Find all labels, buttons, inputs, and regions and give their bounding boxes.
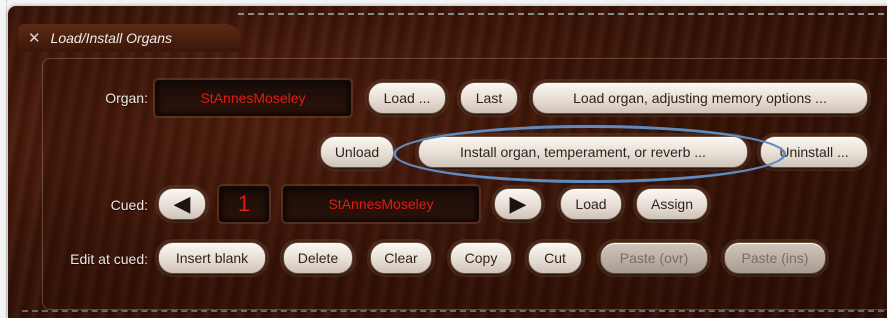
organ-display: StAnnesMoseley (155, 80, 351, 116)
paste-overwrite-button[interactable]: Paste (ovr) (600, 242, 708, 274)
cued-organ-display: StAnnesMoseley (283, 186, 479, 222)
cut-button[interactable]: Cut (528, 242, 582, 274)
page-margin-guide (0, 0, 7, 318)
load-organ-adjust-memory-button[interactable]: Load organ, adjusting memory options ... (532, 82, 868, 114)
delete-button[interactable]: Delete (283, 242, 353, 274)
load-organ-button[interactable]: Load ... (368, 82, 446, 114)
cued-previous-arrow-icon[interactable]: ◀ (158, 188, 206, 220)
install-organ-button[interactable]: Install organ, temperament, or reverb ..… (418, 136, 748, 168)
window-title: Load/Install Organs (50, 30, 172, 46)
organ-label: Organ: (105, 90, 148, 106)
last-organ-button[interactable]: Last (460, 82, 518, 114)
close-icon[interactable]: ✕ (28, 29, 41, 47)
uninstall-button[interactable]: Uninstall ... (760, 136, 868, 168)
clear-button[interactable]: Clear (370, 242, 432, 274)
copy-button[interactable]: Copy (450, 242, 512, 274)
unload-organ-button[interactable]: Unload (320, 136, 394, 168)
window-top-border (238, 13, 887, 15)
insert-blank-button[interactable]: Insert blank (158, 242, 266, 274)
paste-insert-button[interactable]: Paste (ins) (724, 242, 826, 274)
window-bottom-border (22, 310, 887, 312)
cued-label: Cued: (110, 197, 148, 213)
cued-load-button[interactable]: Load (560, 188, 622, 220)
cued-assign-button[interactable]: Assign (636, 188, 708, 220)
edit-at-cued-label: Edit at cued: (70, 251, 148, 267)
cued-index-display: 1 (219, 186, 269, 222)
cued-next-arrow-icon[interactable]: ▶ (494, 188, 542, 220)
window-tab: ✕ Load/Install Organs (18, 24, 240, 52)
